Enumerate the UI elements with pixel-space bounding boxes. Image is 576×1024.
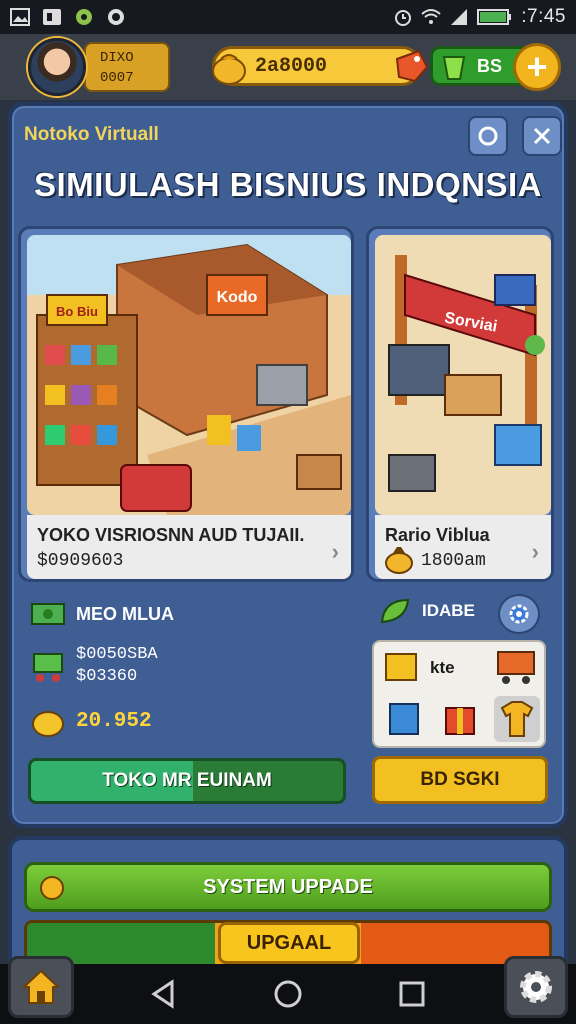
cash-icon [31,603,65,625]
close-button[interactable] [522,116,562,156]
player-name: DIXO [100,50,134,66]
store-illustration: Kodo Bo Biu [27,235,351,515]
player-info[interactable]: DIXO 0007 [84,42,170,92]
gem-counter[interactable]: BS + [430,43,561,91]
photo-icon [10,8,30,26]
inventory-grid: kte [372,640,546,748]
gear-icon [520,971,552,1003]
store-sign: Kodo [217,289,258,306]
store-value: $0909603 [37,551,124,571]
market-value: 1800am [421,551,486,571]
home-button[interactable] [8,956,74,1018]
gift-icon[interactable] [442,698,478,738]
chevron-right-icon[interactable]: › [332,539,339,565]
store-info: YOKO VISRIOSNN AUD TUJAII. $0909603 › [27,515,351,579]
page-title: SIMIULASH BISNIUS INDQNSIA [33,166,543,203]
stat-value-1: $0050SBA [76,645,158,664]
shop-tag-icon[interactable] [391,47,431,87]
store-card-sorviai[interactable]: Sorviai Rario Viblua 1800am › [366,226,554,582]
shirt-icon [500,701,534,737]
coin-bag-icon [32,711,64,737]
battery-icon [477,9,512,25]
pin-icon [478,126,498,146]
system-upgrade-label: SYSTEM UPPADE [203,875,373,898]
market-illustration: Sorviai [375,235,551,515]
inventory-item-label: kte [430,658,455,677]
avatar[interactable] [28,38,86,96]
gold-value: 20.952 [76,709,152,733]
location-button[interactable] [468,116,508,156]
back-icon[interactable] [148,978,180,1010]
recents-icon[interactable] [396,978,428,1010]
gem-icon [442,56,466,80]
close-icon [533,127,551,145]
signal-icon [451,9,468,25]
home-circle-icon[interactable] [272,978,304,1010]
system-upgrade-button[interactable]: SYSTEM UPPADE [24,862,552,912]
coin-amount: 2a8000 [255,54,328,78]
store-name: YOKO VISRIOSNN AUD TUJAII. [37,525,305,545]
flipboard-icon [43,9,61,25]
coin-counter[interactable]: 2a8000 [212,46,429,86]
store-card-toko[interactable]: Kodo Bo Biu YOKO VISRIOSNN AUD TUJAII. $… [18,226,354,582]
camera-icon [108,9,124,25]
inventory-header: IDABE [378,596,475,626]
player-level: 0007 [100,70,134,86]
alarm-icon [395,10,412,26]
gem-amount: BS [477,55,503,76]
open-store-button[interactable]: TOKO MR EUINAM [28,758,346,804]
top-hud: DIXO 0007 2a8000 BS + [0,34,576,100]
cart-icon[interactable] [494,646,538,686]
crate-icon[interactable] [386,698,422,738]
settings-gear-button[interactable] [498,594,540,634]
cart-icon [33,653,63,682]
panel-subtitle: Notoko Virtuall [24,124,159,145]
smiley-coin-icon [40,876,64,900]
box-icon[interactable] [384,650,418,684]
status-bar: :7:45 [0,0,576,34]
money-bag-icon [385,547,413,574]
shirt-slot[interactable] [494,696,540,742]
stat-label-row: MEO MLUA [30,600,174,628]
gear-icon [509,604,529,624]
home-icon [21,969,61,1004]
stat-values-row: $0050SBA $03360 [30,644,158,688]
settings-button[interactable] [504,956,568,1018]
upgrade-button[interactable]: UPGAAL [218,922,360,964]
shop-button[interactable]: BD SGKI [372,756,548,804]
inventory-label: IDABE [422,601,475,620]
wifi-icon [421,9,441,24]
shelf-sign: Bo Biu [56,304,98,319]
market-name: Rario Viblua [385,525,490,545]
market-info: Rario Viblua 1800am › [375,515,551,579]
stat-label: MEO MLUA [76,603,174,624]
stat-value-2: $03360 [76,667,138,686]
coin-bag-icon [212,54,246,85]
clock-time: :7:45 [521,6,566,27]
leaf-icon [380,598,410,624]
gold-row: 20.952 [30,704,152,738]
add-gems-button[interactable]: + [513,43,561,91]
navigation-bar [0,964,576,1024]
game-icon [76,9,92,25]
chevron-right-icon[interactable]: › [532,539,539,565]
